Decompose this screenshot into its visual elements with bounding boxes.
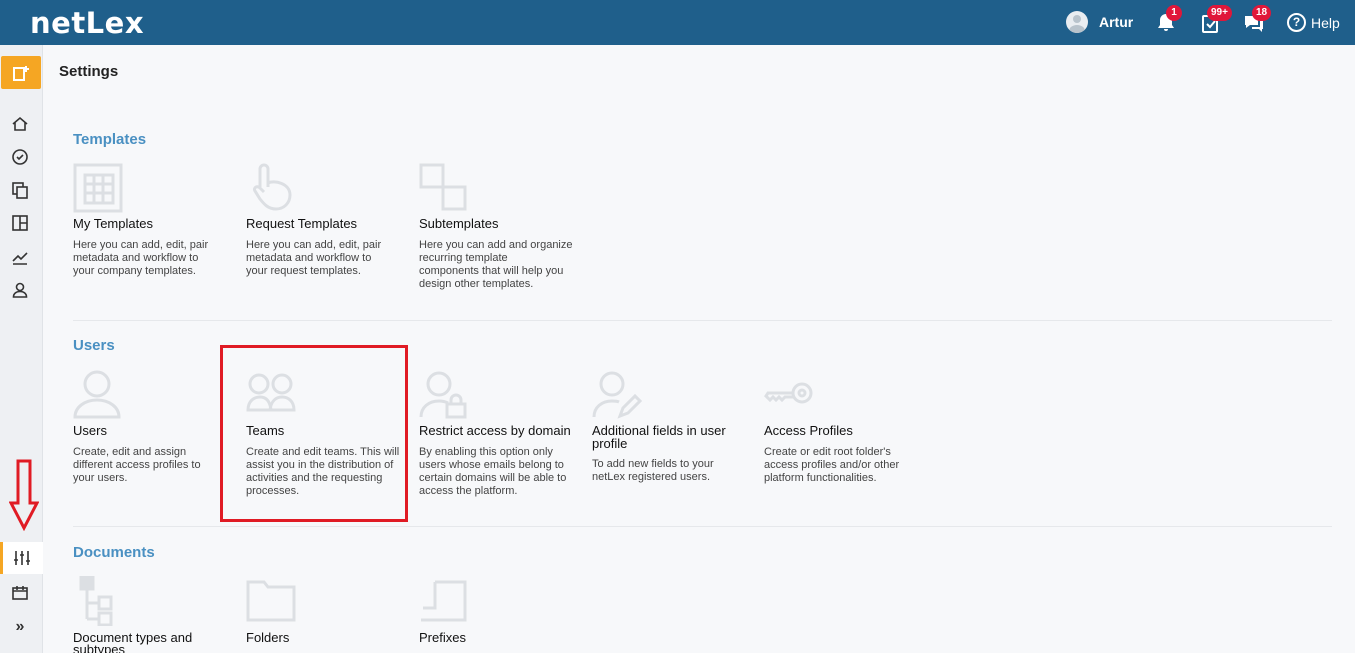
card-title: My Templates — [73, 216, 153, 231]
highlight-annotation-box — [220, 345, 408, 522]
settings-card-restrict-access-by-domain[interactable]: Restrict access by domain By enabling th… — [419, 370, 579, 500]
key-icon — [764, 382, 813, 404]
subtemplates-icon — [419, 163, 467, 211]
add-document-icon — [13, 65, 29, 81]
user-icon — [12, 282, 28, 298]
dashboard-icon — [12, 149, 28, 165]
card-description: netLex registered users. — [592, 471, 711, 483]
card-description: Here you can add, edit, pair — [73, 239, 209, 251]
messages-button[interactable]: 18 — [1242, 5, 1272, 35]
card-title: Restrict access by domain — [419, 423, 571, 438]
settings-card-users[interactable]: Users Create, edit and assign different … — [73, 370, 233, 500]
user-icon — [73, 370, 121, 419]
card-description: access the platform. — [419, 485, 518, 497]
home-icon — [12, 116, 28, 131]
card-description: access profiles and/or other — [764, 459, 900, 471]
card-title: subtypes — [73, 642, 126, 653]
card-description: Here you can add and organize — [419, 239, 573, 251]
board-icon — [12, 215, 28, 231]
card-description: your request templates. — [246, 265, 361, 277]
card-title: Folders — [246, 630, 290, 645]
settings-card-subtemplates[interactable]: Subtemplates Here you can add and organi… — [419, 163, 579, 303]
top-bar: netLex Artur 1 99+ 18 ? Help — [0, 0, 1355, 45]
user-name[interactable]: Artur — [1099, 14, 1133, 30]
card-description: Create, edit and assign — [73, 446, 187, 458]
card-description: components that will help you — [419, 265, 564, 277]
notifications-badge: 1 — [1166, 5, 1182, 21]
template-grid-icon — [73, 163, 123, 213]
card-description: By enabling this option only — [419, 446, 553, 458]
sidebar: » — [0, 45, 43, 653]
sidebar-item-home[interactable] — [10, 114, 30, 134]
card-title: Access Profiles — [764, 423, 853, 438]
card-description: your users. — [73, 472, 128, 484]
card-description: Create or edit root folder's — [764, 446, 891, 458]
card-description: metadata and workflow to — [73, 252, 199, 264]
messages-badge: 18 — [1252, 5, 1272, 21]
notifications-button[interactable]: 1 — [1154, 5, 1182, 35]
sidebar-item-board[interactable] — [10, 213, 30, 233]
add-document-button[interactable] — [1, 56, 41, 89]
card-description: your company templates. — [73, 265, 196, 277]
section-title-documents: Documents — [73, 544, 155, 561]
calendar-icon — [12, 586, 28, 600]
card-description: platform functionalities. — [764, 472, 877, 484]
settings-card-folders[interactable]: Folders — [246, 576, 406, 653]
sidebar-item-settings[interactable] — [0, 542, 43, 574]
card-title: Subtemplates — [419, 216, 499, 231]
settings-card-additional-fields-in-user-profile[interactable]: Additional fields in user profile To add… — [592, 370, 752, 500]
help-icon: ? — [1287, 13, 1306, 32]
hand-pointer-icon — [253, 163, 292, 211]
card-title: profile — [592, 436, 628, 451]
settings-card-request-templates[interactable]: Request Templates Here you can add, edit… — [246, 163, 406, 303]
settings-card-access-profiles[interactable]: Access Profiles Create or edit root fold… — [764, 370, 924, 500]
sidebar-item-calendar[interactable] — [10, 583, 30, 603]
sidebar-item-analytics[interactable] — [10, 247, 30, 267]
card-description: design other templates. — [419, 278, 534, 290]
card-description: Here you can add, edit, pair — [246, 239, 382, 251]
card-description: users whose emails belong to — [419, 459, 564, 471]
user-lock-icon — [419, 371, 467, 419]
card-description: different access profiles to — [73, 459, 201, 471]
annotation-arrow-icon — [9, 459, 39, 531]
section-divider — [73, 320, 1332, 321]
settings-card-document-types-and-subtypes[interactable]: Document types and subtypes — [73, 576, 233, 653]
expand-sidebar-button[interactable]: » — [10, 618, 30, 638]
card-description: metadata and workflow to — [246, 252, 372, 264]
analytics-icon — [12, 252, 28, 265]
card-title: Prefixes — [419, 630, 466, 645]
avatar[interactable] — [1066, 11, 1088, 33]
section-title-templates: Templates — [73, 131, 147, 148]
sidebar-item-users[interactable] — [10, 280, 30, 300]
section-divider — [73, 526, 1332, 527]
user-edit-icon — [592, 371, 642, 419]
help-button[interactable]: ? Help — [1287, 13, 1340, 32]
card-description: To add new fields to your — [592, 458, 714, 470]
settings-icon — [14, 551, 30, 565]
sidebar-item-dashboard[interactable] — [10, 147, 30, 167]
settings-card-prefixes[interactable]: Prefixes — [419, 576, 579, 653]
prefix-document-icon — [421, 580, 467, 622]
netlex-logo[interactable]: netLex — [30, 6, 144, 40]
settings-card-my-templates[interactable]: My Templates Here you can add, edit, pai… — [73, 163, 233, 303]
card-description: recurring template — [419, 252, 508, 264]
tasks-button[interactable]: 99+ — [1199, 5, 1232, 35]
hierarchy-icon — [79, 576, 113, 626]
card-title: Request Templates — [246, 216, 358, 231]
sidebar-item-documents[interactable] — [10, 180, 30, 200]
card-title: Users — [73, 423, 107, 438]
user-menu[interactable]: Artur — [1066, 11, 1133, 33]
section-title-users: Users — [73, 337, 115, 354]
card-description: certain domains will be able to — [419, 472, 567, 484]
tasks-badge: 99+ — [1207, 5, 1232, 21]
page-title: Settings — [59, 63, 119, 80]
folder-icon — [246, 580, 296, 622]
documents-icon — [12, 182, 28, 199]
help-label: Help — [1311, 14, 1340, 31]
